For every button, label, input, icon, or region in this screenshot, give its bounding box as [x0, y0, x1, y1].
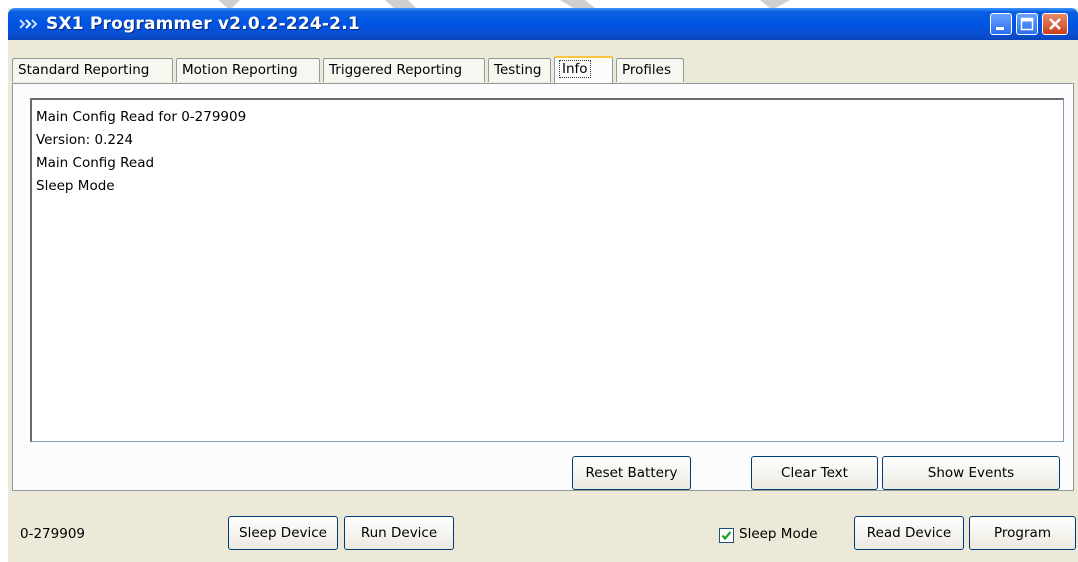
status-bar: 0-279909 Sleep Device Run Device Sleep M…	[8, 504, 1078, 562]
window-title: SX1 Programmer v2.0.2-224-2.1	[46, 14, 360, 34]
sleep-mode-checkbox[interactable]	[719, 528, 734, 543]
app-window: SX1 Programmer v2.0.2-224-2.1 Standard R…	[8, 8, 1078, 562]
sleep-device-button[interactable]: Sleep Device	[228, 516, 338, 550]
minimize-icon	[996, 27, 1004, 30]
info-line: Version: 0.224	[36, 132, 134, 148]
close-button[interactable]	[1042, 13, 1068, 35]
tab-motion-reporting[interactable]: Motion Reporting	[176, 58, 320, 82]
program-button[interactable]: Program	[969, 516, 1076, 550]
chevron-arrows-icon	[19, 19, 38, 29]
title-bar[interactable]: SX1 Programmer v2.0.2-224-2.1	[8, 8, 1078, 40]
close-icon	[1049, 18, 1061, 30]
info-line: Sleep Mode	[36, 178, 115, 194]
minimize-button[interactable]	[990, 13, 1012, 35]
run-device-button[interactable]: Run Device	[344, 516, 454, 550]
info-line: Main Config Read for 0-279909	[36, 109, 247, 125]
tab-testing[interactable]: Testing	[488, 58, 551, 82]
info-text-area[interactable]: Main Config Read for 0-279909 Version: 0…	[30, 98, 1064, 442]
read-device-button[interactable]: Read Device	[854, 516, 964, 550]
tab-profiles[interactable]: Profiles	[616, 58, 684, 82]
tab-standard-reporting[interactable]: Standard Reporting	[12, 58, 173, 82]
tab-triggered-reporting[interactable]: Triggered Reporting	[323, 58, 485, 82]
show-events-button[interactable]: Show Events	[882, 456, 1060, 490]
clear-text-button[interactable]: Clear Text	[751, 456, 878, 490]
tab-info[interactable]: Info	[554, 56, 613, 83]
maximize-icon	[1020, 17, 1034, 31]
info-line: Main Config Read	[36, 155, 155, 171]
device-id-label: 0-279909	[20, 526, 85, 542]
sleep-mode-label[interactable]: Sleep Mode	[739, 526, 818, 542]
maximize-button[interactable]	[1016, 13, 1038, 35]
checkmark-icon	[721, 531, 732, 541]
reset-battery-button[interactable]: Reset Battery	[572, 456, 691, 490]
